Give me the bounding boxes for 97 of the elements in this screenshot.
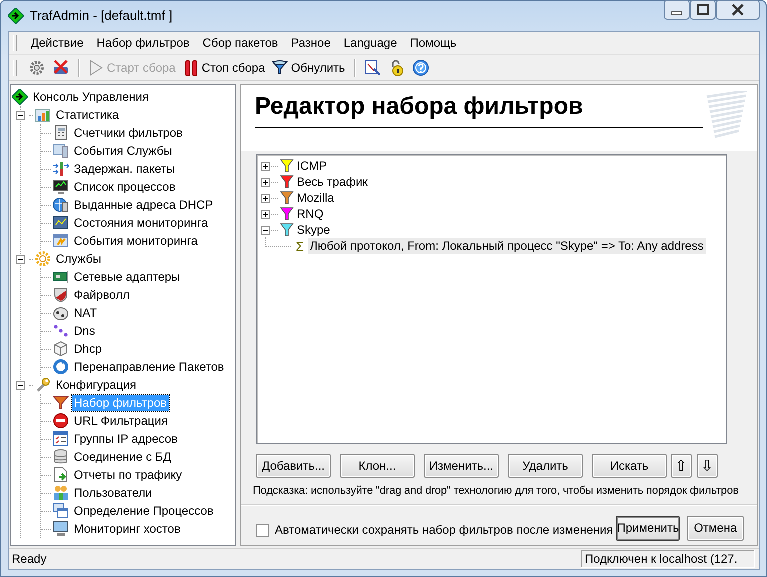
lock-icon — [389, 60, 406, 76]
tree-item[interactable]: Соединение с БД — [72, 449, 174, 465]
expand-toggle[interactable] — [261, 194, 270, 202]
filter-name[interactable]: ICMP — [297, 159, 327, 173]
action-button[interactable]: Искать — [592, 454, 667, 478]
tree-item[interactable]: События Службы — [72, 143, 174, 159]
filter-name[interactable]: Весь трафик — [297, 175, 368, 189]
menu-item[interactable]: Набор фильтров — [90, 34, 196, 52]
action-button[interactable]: Удалить — [508, 454, 583, 478]
collapse-toggle[interactable] — [16, 110, 25, 120]
filter-name[interactable]: RNQ — [297, 207, 324, 221]
tree-item[interactable]: Службы — [54, 251, 104, 267]
funnel-icon — [272, 60, 288, 76]
action-button[interactable]: Добавить... — [256, 454, 331, 478]
windows-icon — [53, 503, 69, 519]
cube-icon — [53, 341, 69, 357]
tree-item[interactable]: Счетчики фильтров — [72, 125, 185, 141]
chart-window-icon — [53, 215, 69, 231]
tree-item[interactable]: Мониторинг хостов — [72, 521, 183, 537]
no-entry-icon — [53, 413, 69, 429]
sigma-icon: Σ — [296, 238, 304, 254]
menu-item[interactable]: Действие — [25, 34, 90, 52]
move-button[interactable]: ⇧ — [671, 454, 692, 478]
expand-toggle[interactable] — [261, 178, 270, 186]
tree-item[interactable]: URL Фильтрация — [72, 413, 170, 429]
window-title: TrafAdmin - [default.tmf ] — [30, 8, 173, 23]
calculator-icon — [53, 125, 69, 141]
app-icon — [8, 8, 24, 24]
crossed-network-icon — [53, 60, 69, 76]
magnifier-document-icon — [365, 60, 382, 76]
monitor-icon — [53, 179, 69, 195]
connection-status: Подключен к localhost (127. — [581, 550, 755, 568]
minimize-button[interactable] — [664, 0, 690, 20]
close-button[interactable] — [716, 0, 760, 20]
dialog-button[interactable]: Применить — [616, 516, 680, 541]
hint-text: Подсказка: используйте "drag and drop" технологию для того, чтобы изменить порядок фильтров — [253, 484, 739, 497]
arrows-icon — [53, 161, 69, 177]
collapse-toggle[interactable] — [16, 380, 25, 390]
tree-item[interactable]: Состояния мониторинга — [72, 215, 210, 231]
filter-name[interactable]: Skype — [297, 223, 330, 237]
move-button[interactable]: ⇩ — [697, 454, 718, 478]
tree-item[interactable]: Dns — [72, 323, 98, 339]
collapse-toggle[interactable] — [16, 254, 25, 264]
checkbox-label: Автоматически сохранять набор фильтров после изменения — [275, 523, 614, 538]
menu-item[interactable]: Language — [338, 34, 404, 52]
tree-item[interactable]: Задержан. пакеты — [72, 161, 178, 177]
bar-chart-icon — [35, 107, 51, 123]
tree-item[interactable]: Статистика — [54, 107, 122, 123]
menu-item[interactable]: Сбор пакетов — [196, 34, 284, 52]
status-text: Ready — [12, 552, 47, 566]
monitor-icon — [53, 521, 69, 537]
play-icon — [88, 60, 104, 76]
toolbar-button[interactable]: Стоп сбора — [180, 58, 268, 78]
toolbar-button[interactable]: Обнулить — [269, 58, 348, 78]
checklist-icon — [53, 431, 69, 447]
tree-item[interactable]: Определение Процессов — [72, 503, 216, 519]
users-icon — [53, 485, 69, 501]
tree-item[interactable]: Консоль Управления — [31, 89, 151, 105]
dots-icon — [53, 323, 69, 339]
tree-item[interactable]: Сетевые адаптеры — [72, 269, 182, 285]
gear-icon — [35, 251, 51, 267]
action-button[interactable]: Изменить... — [424, 454, 499, 478]
menu-item[interactable]: Разное — [285, 34, 337, 52]
tree-item[interactable]: Группы IP адресов — [72, 431, 180, 447]
document-icon — [53, 467, 69, 483]
shield-icon — [53, 287, 69, 303]
database-icon — [53, 449, 69, 465]
menu-item[interactable]: Помощь — [404, 34, 463, 52]
wrench-icon — [35, 377, 51, 393]
help-icon — [413, 60, 430, 76]
pause-icon — [182, 60, 199, 76]
network-card-icon — [53, 269, 69, 285]
tree-item[interactable]: Файрволл — [72, 287, 132, 303]
dialog-button[interactable]: Отмена — [687, 516, 744, 541]
maximize-button[interactable] — [690, 0, 716, 20]
tree-item[interactable]: Перенаправление Пакетов — [72, 359, 226, 375]
tree-item[interactable]: Пользователи — [72, 485, 154, 501]
tree-item[interactable]: Конфигурация — [54, 377, 139, 393]
funnel-icon — [53, 395, 69, 411]
action-button[interactable]: Клон... — [340, 454, 415, 478]
filter-name[interactable]: Mozilla — [297, 191, 334, 205]
tree-item[interactable]: Отчеты по трафику — [72, 467, 184, 483]
diamond-icon — [12, 89, 28, 105]
tree-item[interactable]: Выданные адреса DHCP — [72, 197, 216, 213]
tree-item[interactable]: NAT — [72, 305, 100, 321]
tree-item[interactable]: Список процессов — [72, 179, 178, 195]
computer-icon — [53, 143, 69, 159]
tree-item[interactable]: События мониторинга — [72, 233, 200, 249]
globe-icon — [53, 197, 69, 213]
window-icon — [53, 233, 69, 249]
autosave-checkbox[interactable] — [256, 524, 269, 537]
expand-toggle[interactable] — [261, 162, 270, 170]
expand-toggle[interactable] — [261, 210, 270, 218]
expand-toggle[interactable] — [261, 226, 270, 234]
page-title: Редактор набора фильтров — [255, 93, 703, 128]
tree-item[interactable]: Dhcp — [72, 341, 104, 357]
gear-icon — [29, 60, 45, 76]
